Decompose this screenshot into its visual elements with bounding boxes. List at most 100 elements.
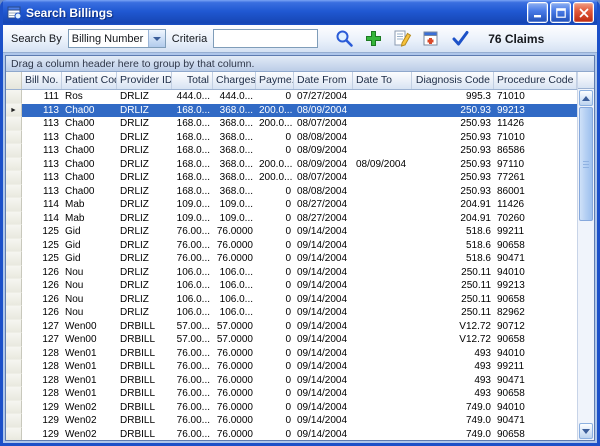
- cell-procedure_code[interactable]: 86001: [494, 185, 577, 199]
- cell-bill_no[interactable]: 113: [22, 117, 62, 131]
- cell-diagnosis_code[interactable]: 493: [412, 360, 494, 374]
- cell-total[interactable]: 168.0...: [172, 158, 213, 172]
- cell-total[interactable]: 168.0...: [172, 117, 213, 131]
- cell-charges[interactable]: 106.0...: [213, 306, 256, 320]
- cell-bill_no[interactable]: 126: [22, 293, 62, 307]
- column-header-payment[interactable]: Payme...: [256, 72, 294, 89]
- cell-date_to[interactable]: [353, 117, 412, 131]
- cell-total[interactable]: 76.00...: [172, 347, 213, 361]
- table-row[interactable]: 129Wen02DRBILL76.00...76.0000009/14/2004…: [6, 428, 577, 441]
- cell-diagnosis_code[interactable]: V12.72: [412, 333, 494, 347]
- cell-charges[interactable]: 76.0000: [213, 387, 256, 401]
- cell-diagnosis_code[interactable]: 250.93: [412, 144, 494, 158]
- cell-patient_code[interactable]: Gid: [62, 252, 117, 266]
- cell-bill_no[interactable]: 125: [22, 252, 62, 266]
- cell-charges[interactable]: 368.0...: [213, 131, 256, 145]
- cell-diagnosis_code[interactable]: 250.93: [412, 185, 494, 199]
- cell-payment[interactable]: 0: [256, 401, 294, 415]
- cell-total[interactable]: 168.0...: [172, 131, 213, 145]
- cell-date_from[interactable]: 09/14/2004: [294, 279, 353, 293]
- cell-provider_id[interactable]: DRBILL: [117, 360, 172, 374]
- cell-procedure_code[interactable]: 70260: [494, 212, 577, 226]
- cell-date_to[interactable]: [353, 185, 412, 199]
- cell-procedure_code[interactable]: 71010: [494, 90, 577, 104]
- cell-payment[interactable]: 0: [256, 347, 294, 361]
- cell-date_from[interactable]: 09/14/2004: [294, 320, 353, 334]
- cell-procedure_code[interactable]: 94010: [494, 266, 577, 280]
- cell-diagnosis_code[interactable]: 493: [412, 374, 494, 388]
- cell-diagnosis_code[interactable]: 250.11: [412, 306, 494, 320]
- cell-diagnosis_code[interactable]: 204.91: [412, 198, 494, 212]
- cell-procedure_code[interactable]: 90471: [494, 374, 577, 388]
- cell-patient_code[interactable]: Wen01: [62, 347, 117, 361]
- cell-charges[interactable]: 109.0...: [213, 212, 256, 226]
- cell-diagnosis_code[interactable]: 204.91: [412, 212, 494, 226]
- minimize-button[interactable]: [527, 2, 548, 23]
- criteria-input[interactable]: [213, 29, 318, 48]
- scrollbar-track[interactable]: [578, 107, 594, 422]
- cell-date_to[interactable]: [353, 239, 412, 253]
- cell-charges[interactable]: 368.0...: [213, 144, 256, 158]
- cell-date_from[interactable]: 07/27/2004: [294, 90, 353, 104]
- cell-diagnosis_code[interactable]: 749.0: [412, 428, 494, 441]
- cell-provider_id[interactable]: DRLIZ: [117, 266, 172, 280]
- cell-patient_code[interactable]: Wen02: [62, 401, 117, 415]
- cell-procedure_code[interactable]: 11426: [494, 117, 577, 131]
- cell-diagnosis_code[interactable]: 250.11: [412, 293, 494, 307]
- cell-patient_code[interactable]: Nou: [62, 293, 117, 307]
- cell-date_from[interactable]: 09/14/2004: [294, 414, 353, 428]
- cell-provider_id[interactable]: DRLIZ: [117, 158, 172, 172]
- cell-diagnosis_code[interactable]: 250.93: [412, 158, 494, 172]
- cell-date_to[interactable]: [353, 414, 412, 428]
- cell-charges[interactable]: 76.0000: [213, 347, 256, 361]
- cell-procedure_code[interactable]: 97110: [494, 158, 577, 172]
- cell-bill_no[interactable]: 126: [22, 279, 62, 293]
- cell-date_to[interactable]: [353, 320, 412, 334]
- cell-date_to[interactable]: [353, 428, 412, 441]
- cell-date_from[interactable]: 08/07/2004: [294, 171, 353, 185]
- cell-patient_code[interactable]: Mab: [62, 212, 117, 226]
- table-row[interactable]: 126NouDRLIZ106.0...106.0...009/14/200425…: [6, 279, 577, 293]
- cell-patient_code[interactable]: Wen02: [62, 414, 117, 428]
- cell-procedure_code[interactable]: 90658: [494, 333, 577, 347]
- table-row[interactable]: 126NouDRLIZ106.0...106.0...009/14/200425…: [6, 306, 577, 320]
- cell-bill_no[interactable]: 113: [22, 144, 62, 158]
- cell-provider_id[interactable]: DRLIZ: [117, 185, 172, 199]
- cell-total[interactable]: 168.0...: [172, 104, 213, 118]
- table-row[interactable]: 111RosDRLIZ444.0...444.0...007/27/200499…: [6, 90, 577, 104]
- cell-diagnosis_code[interactable]: 518.6: [412, 225, 494, 239]
- close-button[interactable]: [573, 2, 594, 23]
- cell-diagnosis_code[interactable]: 250.93: [412, 104, 494, 118]
- table-row[interactable]: 113Cha00DRLIZ168.0...368.0...200.0...08/…: [6, 117, 577, 131]
- titlebar[interactable]: Search Billings: [3, 0, 597, 25]
- cell-date_from[interactable]: 08/09/2004: [294, 104, 353, 118]
- cell-date_to[interactable]: [353, 104, 412, 118]
- cell-total[interactable]: 109.0...: [172, 212, 213, 226]
- cell-date_from[interactable]: 09/14/2004: [294, 347, 353, 361]
- cell-provider_id[interactable]: DRBILL: [117, 401, 172, 415]
- cell-patient_code[interactable]: Nou: [62, 279, 117, 293]
- cell-date_from[interactable]: 09/14/2004: [294, 387, 353, 401]
- cell-procedure_code[interactable]: 99211: [494, 225, 577, 239]
- cell-date_to[interactable]: [353, 171, 412, 185]
- cell-bill_no[interactable]: 128: [22, 374, 62, 388]
- cell-provider_id[interactable]: DRLIZ: [117, 90, 172, 104]
- column-header-diagnosis_code[interactable]: Diagnosis Code: [412, 72, 494, 89]
- search-by-dropdown[interactable]: Billing Number: [68, 29, 166, 48]
- cell-date_to[interactable]: [353, 387, 412, 401]
- cell-date_to[interactable]: [353, 144, 412, 158]
- cell-provider_id[interactable]: DRLIZ: [117, 293, 172, 307]
- cell-payment[interactable]: 0: [256, 360, 294, 374]
- cell-diagnosis_code[interactable]: 250.93: [412, 117, 494, 131]
- cell-payment[interactable]: 0: [256, 90, 294, 104]
- cell-patient_code[interactable]: Cha00: [62, 131, 117, 145]
- cell-payment[interactable]: 0: [256, 306, 294, 320]
- cell-date_to[interactable]: [353, 306, 412, 320]
- cell-date_from[interactable]: 08/08/2004: [294, 131, 353, 145]
- cell-bill_no[interactable]: 111: [22, 90, 62, 104]
- cell-payment[interactable]: 200.0...: [256, 171, 294, 185]
- group-by-panel[interactable]: Drag a column header here to group by th…: [6, 56, 594, 72]
- cell-total[interactable]: 106.0...: [172, 306, 213, 320]
- cell-provider_id[interactable]: DRBILL: [117, 374, 172, 388]
- cell-diagnosis_code[interactable]: V12.72: [412, 320, 494, 334]
